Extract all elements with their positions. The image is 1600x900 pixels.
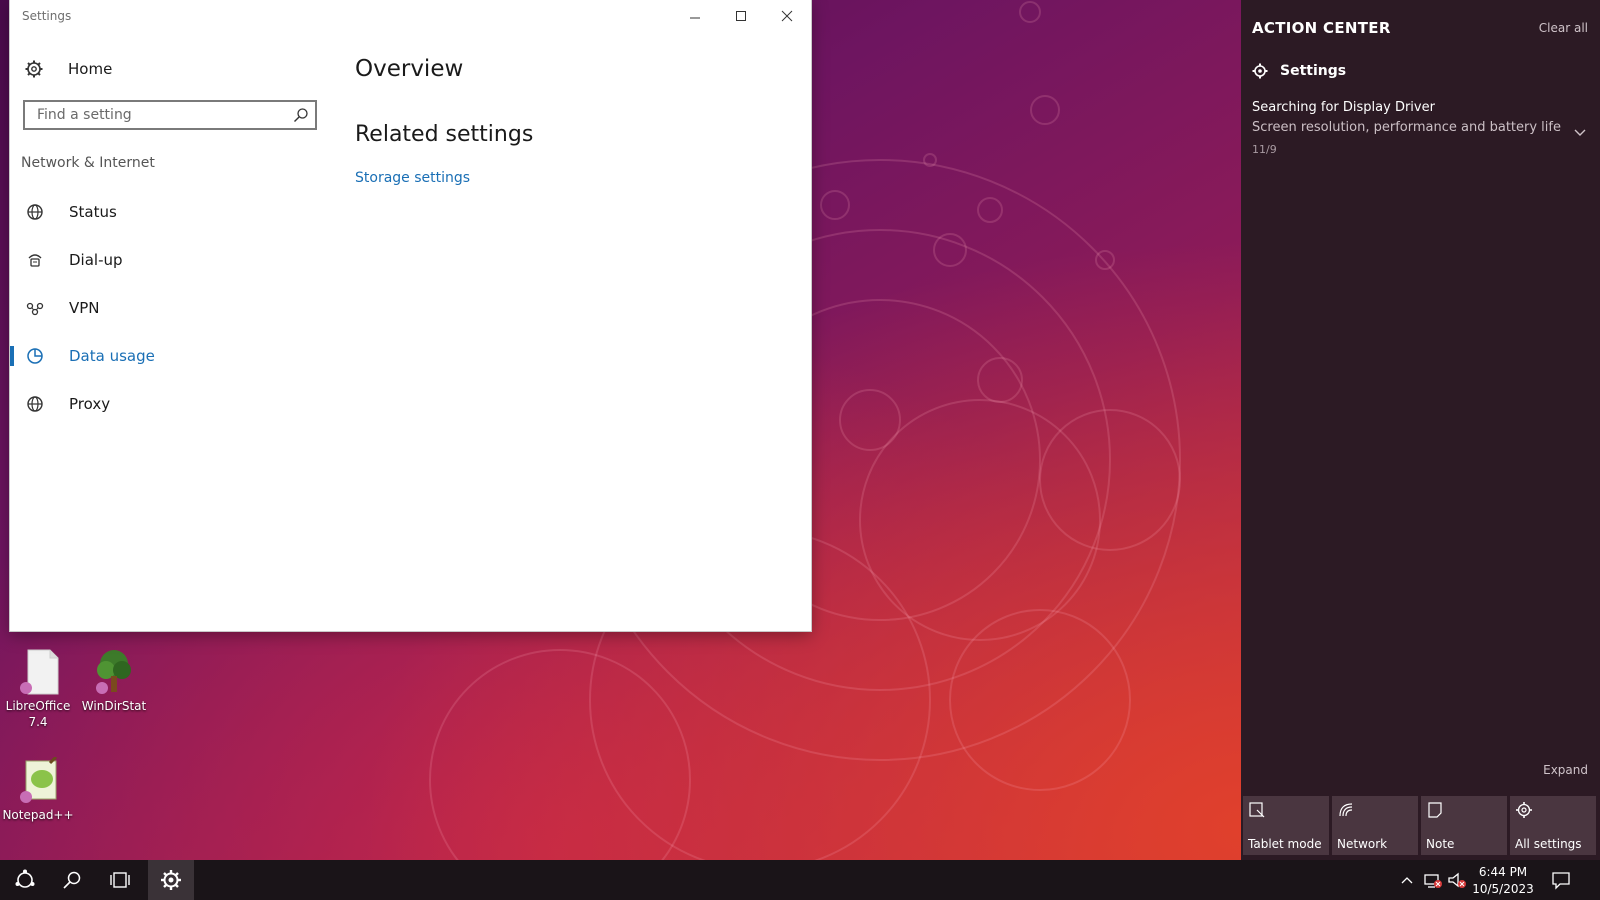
chevron-up-icon[interactable]: [1400, 870, 1414, 894]
search-box[interactable]: [23, 100, 317, 130]
taskbar-settings-app[interactable]: [148, 860, 194, 900]
clock-date: 10/5/2023: [1472, 882, 1534, 896]
sidebar-item-data-usage[interactable]: Data usage: [10, 338, 310, 374]
network-icon: [1337, 801, 1355, 822]
notification-app-header[interactable]: Settings: [1252, 63, 1346, 79]
dialup-icon: [23, 251, 47, 269]
task-view-icon: [110, 872, 130, 888]
notification-title[interactable]: Searching for Display Driver: [1252, 100, 1435, 115]
desktop-icon-label: WinDirStat: [81, 699, 147, 713]
libreoffice-icon: [16, 648, 60, 696]
quick-action-label: All settings: [1515, 837, 1582, 851]
desktop-icon-notepadpp[interactable]: Notepad++: [0, 755, 76, 823]
nav-home[interactable]: Home: [22, 54, 112, 84]
search-icon[interactable]: [293, 107, 309, 127]
task-view-button[interactable]: [97, 860, 143, 900]
window-title: Settings: [22, 9, 72, 23]
desktop-icon-windirstat[interactable]: WinDirStat: [76, 648, 152, 714]
close-icon: [781, 10, 793, 22]
maximize-button[interactable]: [718, 0, 764, 32]
close-button[interactable]: [764, 0, 810, 32]
gear-icon: [161, 870, 181, 890]
notepadpp-icon: [16, 755, 60, 805]
sidebar-item-label: Proxy: [69, 395, 111, 413]
volume-muted-icon[interactable]: [1447, 870, 1467, 894]
maximize-icon: [736, 11, 746, 21]
storage-settings-link[interactable]: Storage settings: [355, 170, 470, 186]
minimize-button[interactable]: [672, 0, 718, 32]
sidebar-item-label: Data usage: [69, 347, 155, 365]
nav-home-label: Home: [68, 60, 113, 78]
globe-icon: [23, 395, 47, 413]
sidebar-item-label: Dial-up: [69, 251, 123, 269]
notification-app-name: Settings: [1280, 63, 1347, 79]
taskbar: 6:44 PM 10/5/2023: [0, 860, 1600, 900]
windirstat-icon: [92, 648, 136, 696]
desktop-icon-libreoffice[interactable]: LibreOffice 7.4: [0, 648, 76, 730]
notification-body[interactable]: Screen resolution, performance and batte…: [1252, 120, 1562, 135]
search-icon: [63, 871, 81, 889]
settings-window: Settings Home Network & Internet: [10, 0, 811, 631]
chevron-down-icon[interactable]: [1574, 122, 1586, 141]
sidebar-item-status[interactable]: Status: [10, 194, 310, 230]
taskbar-clock[interactable]: 6:44 PM 10/5/2023: [1468, 864, 1538, 898]
minimize-icon: [690, 17, 700, 19]
notification-time: 11/9: [1252, 143, 1277, 156]
action-center: ACTION CENTER Clear all Settings Searchi…: [1241, 0, 1600, 860]
globe-status-icon: [23, 203, 47, 221]
expand-button[interactable]: Expand: [1543, 763, 1588, 777]
quick-action-network[interactable]: Network: [1332, 796, 1418, 855]
sidebar-item-label: Status: [69, 203, 117, 221]
quick-action-note[interactable]: Note: [1421, 796, 1507, 855]
clear-all-button[interactable]: Clear all: [1539, 21, 1588, 35]
quick-action-label: Note: [1426, 837, 1455, 851]
vpn-icon: [23, 299, 47, 317]
selection-indicator: [10, 346, 14, 366]
home-gear-icon: [22, 60, 46, 78]
sidebar-item-proxy[interactable]: Proxy: [10, 386, 310, 422]
search-input[interactable]: [35, 106, 289, 124]
note-icon: [1426, 801, 1444, 822]
taskbar-search-button[interactable]: [49, 860, 95, 900]
notification-icon: [1552, 872, 1570, 890]
gear-icon: [1252, 63, 1268, 79]
network-disconnected-icon[interactable]: [1423, 870, 1443, 894]
page-title: Overview: [355, 56, 464, 82]
quick-action-tablet-mode[interactable]: Tablet mode: [1243, 796, 1329, 855]
action-center-title: ACTION CENTER: [1252, 19, 1391, 37]
tablet-mode-icon: [1248, 801, 1266, 822]
sidebar-item-label: VPN: [69, 299, 100, 317]
start-button[interactable]: [2, 860, 48, 900]
related-settings-heading: Related settings: [355, 122, 534, 147]
desktop-icon-label: Notepad++: [2, 808, 74, 822]
desktop-icon-label: LibreOffice 7.4: [5, 699, 71, 729]
gear-icon: [1515, 801, 1533, 822]
start-icon: [15, 869, 35, 888]
sidebar-item-vpn[interactable]: VPN: [10, 290, 310, 326]
quick-action-label: Tablet mode: [1248, 837, 1322, 851]
quick-action-label: Network: [1337, 837, 1388, 851]
section-title: Network & Internet: [21, 155, 155, 171]
action-center-button[interactable]: [1551, 870, 1571, 894]
desktop: LibreOffice 7.4 WinDirStat Notepad++ Set…: [0, 0, 1600, 900]
sidebar-item-dialup[interactable]: Dial-up: [10, 242, 310, 278]
quick-action-all-settings[interactable]: All settings: [1510, 796, 1596, 855]
clock-time: 6:44 PM: [1478, 865, 1528, 879]
data-usage-icon: [23, 347, 47, 365]
